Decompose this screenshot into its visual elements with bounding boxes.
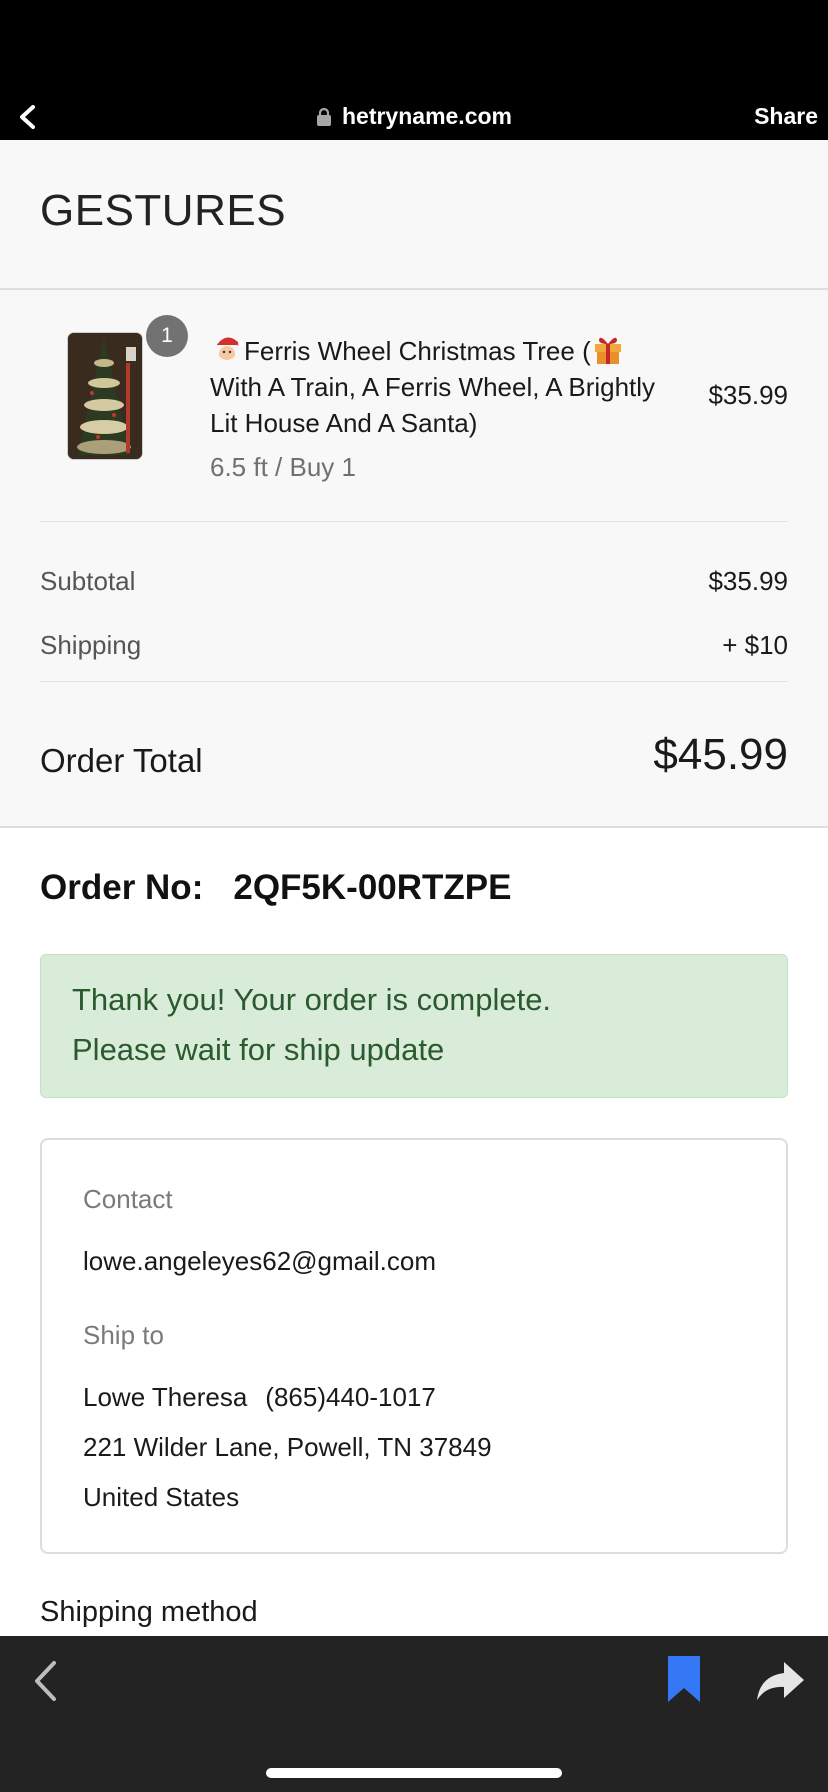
alert-line-1: Thank you! Your order is complete. xyxy=(72,982,552,1017)
share-arrow-icon[interactable] xyxy=(754,1658,806,1704)
alert-line-2: Please wait for ship update xyxy=(72,1032,445,1067)
ship-address: 221 Wilder Lane, Powell, TN 37849 xyxy=(83,1432,492,1462)
order-number-value: 2QF5K-00RTZPE xyxy=(233,868,512,907)
order-summary: 1 Ferris Wheel Christmas Tree ( With A T… xyxy=(0,290,828,828)
product-variant: 6.5 ft / Buy 1 xyxy=(210,452,356,482)
store-header: GESTURES xyxy=(0,140,828,290)
order-complete-alert: Thank you! Your order is complete. Pleas… xyxy=(40,954,788,1098)
customer-info-card: Contact lowe.angeleyes62@gmail.com Ship … xyxy=(40,1138,788,1554)
christmas-tree-image xyxy=(68,333,142,459)
ship-name: Lowe Theresa xyxy=(83,1382,248,1412)
shipping-value: + $10 xyxy=(722,630,788,660)
cost-lines: Subtotal $35.99 Shipping + $10 xyxy=(40,522,788,682)
order-total-label: Order Total xyxy=(40,742,203,779)
domain-text: hetryname.com xyxy=(341,103,512,129)
back-arrow-icon[interactable] xyxy=(30,1658,60,1704)
order-number: Order No: 2QF5K-00RTZPE xyxy=(40,868,511,908)
product-title: Ferris Wheel Christmas Tree ( With A Tra… xyxy=(210,332,680,441)
shipping-label: Shipping xyxy=(40,630,142,660)
quantity-badge: 1 xyxy=(146,315,188,357)
share-button[interactable]: Share xyxy=(754,103,818,130)
product-price: $35.99 xyxy=(708,380,788,410)
store-name[interactable]: GESTURES xyxy=(40,186,286,236)
lock-icon xyxy=(316,108,331,126)
order-total-value: $45.99 xyxy=(653,730,788,779)
ship-name-phone: Lowe Theresa (865)440-1017 xyxy=(83,1382,436,1413)
product-title-rest: With A Train, A Ferris Wheel, A Brightly… xyxy=(210,372,656,438)
home-indicator[interactable] xyxy=(266,1768,562,1778)
bookmark-icon[interactable] xyxy=(666,1654,702,1704)
browser-top-bar: hetryname.com Share xyxy=(0,0,828,140)
product-thumbnail xyxy=(67,332,143,460)
ship-to-label: Ship to xyxy=(83,1320,164,1350)
line-item: 1 Ferris Wheel Christmas Tree ( With A T… xyxy=(40,290,788,522)
order-number-label: Order No: xyxy=(40,868,204,907)
shipping-method-heading: Shipping method xyxy=(40,1596,258,1628)
ship-country: United States xyxy=(83,1482,240,1512)
subtotal-value: $35.99 xyxy=(708,566,788,596)
gift-emoji-icon xyxy=(594,337,621,364)
browser-bottom-toolbar xyxy=(0,1636,828,1792)
subtotal-label: Subtotal xyxy=(40,566,136,596)
santa-emoji-icon xyxy=(215,337,244,362)
contact-email: lowe.angeleyes62@gmail.com xyxy=(83,1246,437,1276)
contact-label: Contact xyxy=(83,1184,173,1214)
product-title-text: Ferris Wheel Christmas Tree ( xyxy=(244,336,591,366)
address-bar[interactable]: hetryname.com xyxy=(0,103,828,130)
ship-phone: (865)440-1017 xyxy=(265,1382,436,1412)
